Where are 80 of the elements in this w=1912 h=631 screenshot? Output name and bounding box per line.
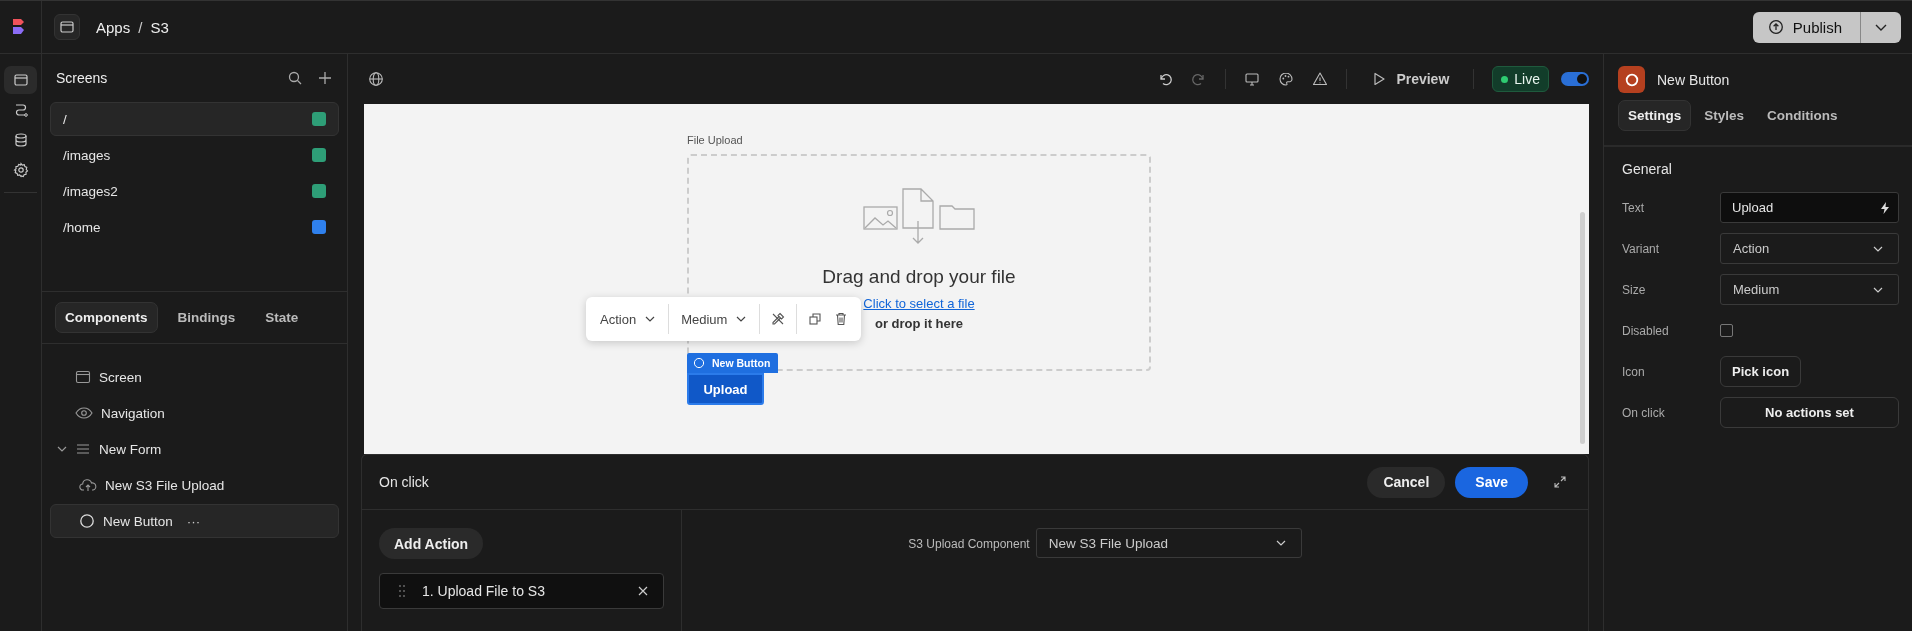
search-icon[interactable]: [287, 70, 303, 86]
setting-label: Icon: [1622, 364, 1646, 379]
panel-tab[interactable]: Bindings: [167, 302, 246, 333]
settings-tab[interactable]: Styles: [1694, 100, 1755, 131]
database-icon: [12, 132, 29, 148]
panel-title: Screens: [56, 70, 108, 86]
breadcrumb-separator: /: [138, 18, 143, 36]
circle-icon: [693, 357, 705, 369]
select-dropdown[interactable]: Medium: [1720, 274, 1899, 305]
settings-tab[interactable]: Conditions: [1757, 100, 1848, 131]
screens-button[interactable]: [4, 66, 37, 94]
globe-icon[interactable]: [368, 71, 384, 87]
preview-button[interactable]: Preview: [1365, 70, 1456, 88]
scrollbar[interactable]: [1580, 212, 1585, 444]
save-button[interactable]: Save: [1455, 466, 1528, 498]
duplicate-icon[interactable]: [807, 311, 824, 327]
route-item[interactable]: /images2: [50, 174, 339, 208]
live-toggle[interactable]: [1561, 72, 1589, 86]
chevron-icon[interactable]: [57, 444, 67, 454]
text-input[interactable]: Upload: [1720, 192, 1899, 223]
tree-item[interactable]: Navigation: [50, 396, 339, 430]
cloud-upload-icon: [79, 477, 97, 493]
tree-item[interactable]: New Button ···: [50, 504, 339, 538]
breadcrumb-item[interactable]: Apps: [96, 18, 131, 36]
setting-label: Disabled: [1622, 323, 1670, 338]
cancel-button[interactable]: Cancel: [1367, 466, 1446, 498]
palette-icon[interactable]: [1278, 71, 1295, 87]
actions-button[interactable]: No actions set: [1720, 397, 1899, 428]
window-icon: [59, 19, 75, 35]
close-icon[interactable]: [637, 585, 649, 597]
panel-title: On click: [379, 474, 429, 490]
setting-label: Variant: [1622, 241, 1661, 256]
section-title: General: [1622, 161, 1673, 177]
button-component-icon: [1618, 66, 1645, 93]
dropzone-title: Drag and drop your file: [822, 266, 1016, 288]
tree-item[interactable]: New Form: [50, 432, 339, 466]
warning-icon[interactable]: [1312, 71, 1329, 87]
tree-item[interactable]: Screen: [50, 360, 339, 394]
component-title: New Button: [1657, 71, 1730, 88]
field-label: S3 Upload Component: [908, 537, 1030, 551]
select-dropdown[interactable]: Action: [1720, 233, 1899, 264]
add-icon[interactable]: [317, 70, 333, 86]
settings-tab[interactable]: Settings: [1618, 100, 1692, 131]
drag-handle-icon[interactable]: [398, 584, 406, 598]
route-item[interactable]: /home: [50, 210, 339, 244]
circle-icon: [79, 513, 95, 529]
undo-icon[interactable]: [1157, 71, 1174, 87]
route-item[interactable]: /: [50, 102, 339, 136]
tree-item[interactable]: New S3 File Upload: [50, 468, 339, 502]
setting-label: Text: [1622, 200, 1645, 215]
window-icon: [12, 72, 29, 88]
lightning-icon[interactable]: [1879, 201, 1891, 214]
pick-icon-button[interactable]: Pick icon: [1720, 356, 1802, 387]
variant-dropdown[interactable]: Action: [598, 311, 659, 327]
window-icon: [75, 369, 91, 385]
panel-tab[interactable]: Components: [55, 302, 158, 333]
add-action-button[interactable]: Add Action: [379, 528, 484, 559]
publish-menu-button[interactable]: [1861, 11, 1901, 43]
setting-label: On click: [1622, 405, 1666, 420]
panel-tab[interactable]: State: [255, 302, 309, 333]
live-badge: Live: [1492, 66, 1549, 92]
setting-label: Size: [1622, 282, 1647, 297]
action-item[interactable]: 1. Upload File to S3: [379, 573, 664, 609]
settings-icon: [12, 162, 29, 178]
select-file-link[interactable]: Click to select a file: [863, 296, 975, 311]
upload-button[interactable]: Upload: [687, 373, 764, 405]
dropzone-hint: or drop it here: [874, 316, 964, 331]
eye-icon: [75, 405, 93, 421]
breadcrumb-item[interactable]: S3: [150, 18, 169, 36]
route-item[interactable]: /images: [50, 138, 339, 172]
screen-layout-button[interactable]: [54, 14, 80, 40]
more-menu[interactable]: ···: [186, 513, 201, 529]
publish-button[interactable]: Publish: [1752, 11, 1861, 43]
checkbox[interactable]: [1720, 324, 1733, 337]
component-select[interactable]: New S3 File Upload: [1035, 528, 1302, 558]
monitor-icon[interactable]: [1244, 71, 1261, 87]
field-label: File Upload: [687, 134, 744, 146]
eyedropper-icon[interactable]: [770, 311, 787, 327]
list-icon: [75, 441, 91, 457]
expand-icon[interactable]: [1552, 474, 1568, 490]
